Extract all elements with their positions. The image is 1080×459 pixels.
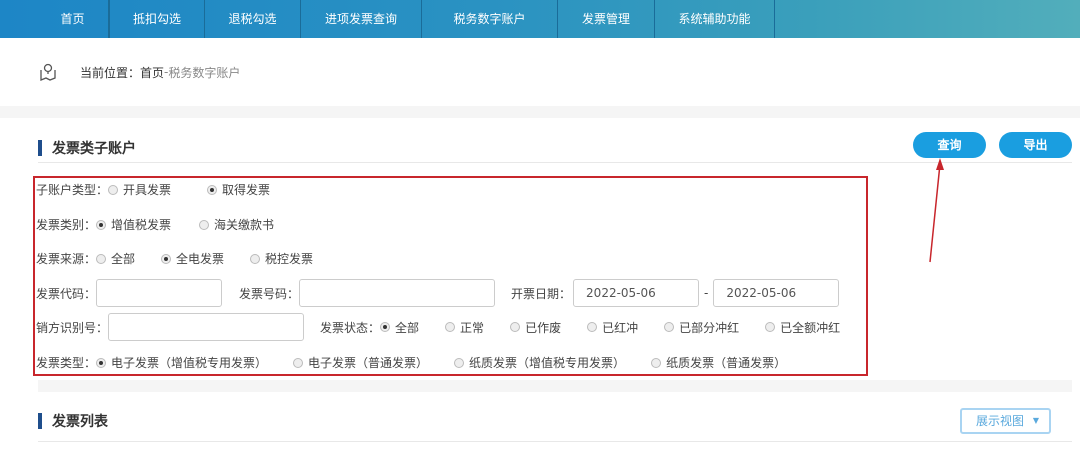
- radio-status-voided[interactable]: 已作废: [510, 319, 561, 336]
- invoice-type-row: 发票类型： 电子发票（增值税专用发票） 电子发票（普通发票） 纸质发票（增值税专…: [36, 354, 812, 371]
- nav-system-aux[interactable]: 系统辅助功能: [655, 0, 775, 38]
- invoice-category-row: 发票类别： 增值税发票 海关缴款书: [36, 216, 300, 233]
- radio-status-full-red[interactable]: 已全额冲红: [765, 319, 840, 336]
- annotation-arrow-icon: [929, 158, 944, 263]
- invoice-source-row: 发票来源： 全部 全电发票 税控发票: [36, 250, 339, 267]
- radio-type-e-ordinary[interactable]: 电子发票（普通发票）: [293, 354, 428, 371]
- date-to-input[interactable]: 2022-05-06: [713, 279, 840, 307]
- map-location-icon: [40, 63, 56, 81]
- nav-home[interactable]: 首页: [37, 0, 109, 38]
- radio-vat-invoice[interactable]: 增值税发票: [96, 216, 171, 233]
- section-title-text: 发票类子账户: [52, 141, 136, 157]
- breadcrumb: 当前位置：首页 - 税务数字账户: [38, 62, 240, 82]
- radio-source-tax-control[interactable]: 税控发票: [250, 250, 313, 267]
- radio-issue-invoice[interactable]: 开具发票: [108, 181, 171, 198]
- radio-received-invoice[interactable]: 取得发票: [207, 181, 270, 198]
- divider-band: [0, 106, 1080, 118]
- nav-deduction-select[interactable]: 抵扣勾选: [109, 0, 205, 38]
- seller-id-input[interactable]: [108, 313, 305, 341]
- export-button[interactable]: 导出: [999, 132, 1072, 158]
- radio-source-fully-digital[interactable]: 全电发票: [161, 250, 224, 267]
- date-from-input[interactable]: 2022-05-06: [573, 279, 700, 307]
- sub-account-label: 子账户类型：: [36, 183, 109, 197]
- invoice-code-input[interactable]: [96, 279, 223, 307]
- caret-down-icon: ▼: [1032, 416, 1039, 425]
- nav-tax-digital-account[interactable]: 税务数字账户: [422, 0, 558, 38]
- code-label: 发票代码：: [36, 286, 97, 301]
- section-title: 发票类子账户: [38, 138, 136, 158]
- divider-band: [38, 380, 1072, 392]
- category-label: 发票类别：: [36, 218, 97, 232]
- seller-status-row: 销方识别号： 发票状态： 全部 正常 已作废 已红冲 已部分冲红 已全额冲红: [36, 313, 866, 341]
- radio-type-paper-vat-special[interactable]: 纸质发票（增值税专用发票）: [454, 354, 625, 371]
- divider: [38, 162, 1072, 163]
- type-label: 发票类型：: [36, 356, 97, 370]
- invoice-number-input[interactable]: [299, 279, 496, 307]
- source-label: 发票来源：: [36, 252, 97, 266]
- invoice-list-title: 发票列表: [38, 411, 108, 431]
- number-label: 发票号码：: [239, 286, 300, 301]
- code-number-date-row: 发票代码： 发票号码： 开票日期： 2022-05-06 - 2022-05-0…: [36, 279, 840, 307]
- invoice-list-title-text: 发票列表: [52, 414, 108, 430]
- radio-status-normal[interactable]: 正常: [445, 319, 484, 336]
- radio-customs-bill[interactable]: 海关缴款书: [199, 216, 274, 233]
- status-label: 发票状态：: [320, 320, 381, 335]
- radio-status-all[interactable]: 全部: [380, 319, 419, 336]
- top-nav: 首页 抵扣勾选 退税勾选 进项发票查询 税务数字账户 发票管理 系统辅助功能: [0, 0, 1080, 38]
- sub-account-type-row: 子账户类型： 开具发票 取得发票: [36, 181, 296, 198]
- highlight-box: [33, 176, 868, 376]
- radio-type-paper-ordinary[interactable]: 纸质发票（普通发票）: [651, 354, 786, 371]
- display-view-dropdown[interactable]: 展示视图 ▼: [960, 408, 1051, 434]
- breadcrumb-current: 税务数字账户: [168, 65, 241, 80]
- divider: [38, 441, 1072, 442]
- radio-status-partial-red[interactable]: 已部分冲红: [664, 319, 739, 336]
- nav-invoice-management[interactable]: 发票管理: [558, 0, 655, 38]
- seller-label: 销方识别号：: [36, 320, 109, 335]
- radio-source-all[interactable]: 全部: [96, 250, 135, 267]
- radio-type-e-vat-special[interactable]: 电子发票（增值税专用发票）: [96, 354, 267, 371]
- radio-status-red-reversed[interactable]: 已红冲: [587, 319, 638, 336]
- nav-refund-select[interactable]: 退税勾选: [205, 0, 301, 38]
- date-sep: -: [704, 286, 709, 300]
- breadcrumb-home[interactable]: 当前位置：首页: [80, 64, 164, 81]
- nav-input-invoice-query[interactable]: 进项发票查询: [301, 0, 422, 38]
- date-label: 开票日期：: [511, 286, 572, 301]
